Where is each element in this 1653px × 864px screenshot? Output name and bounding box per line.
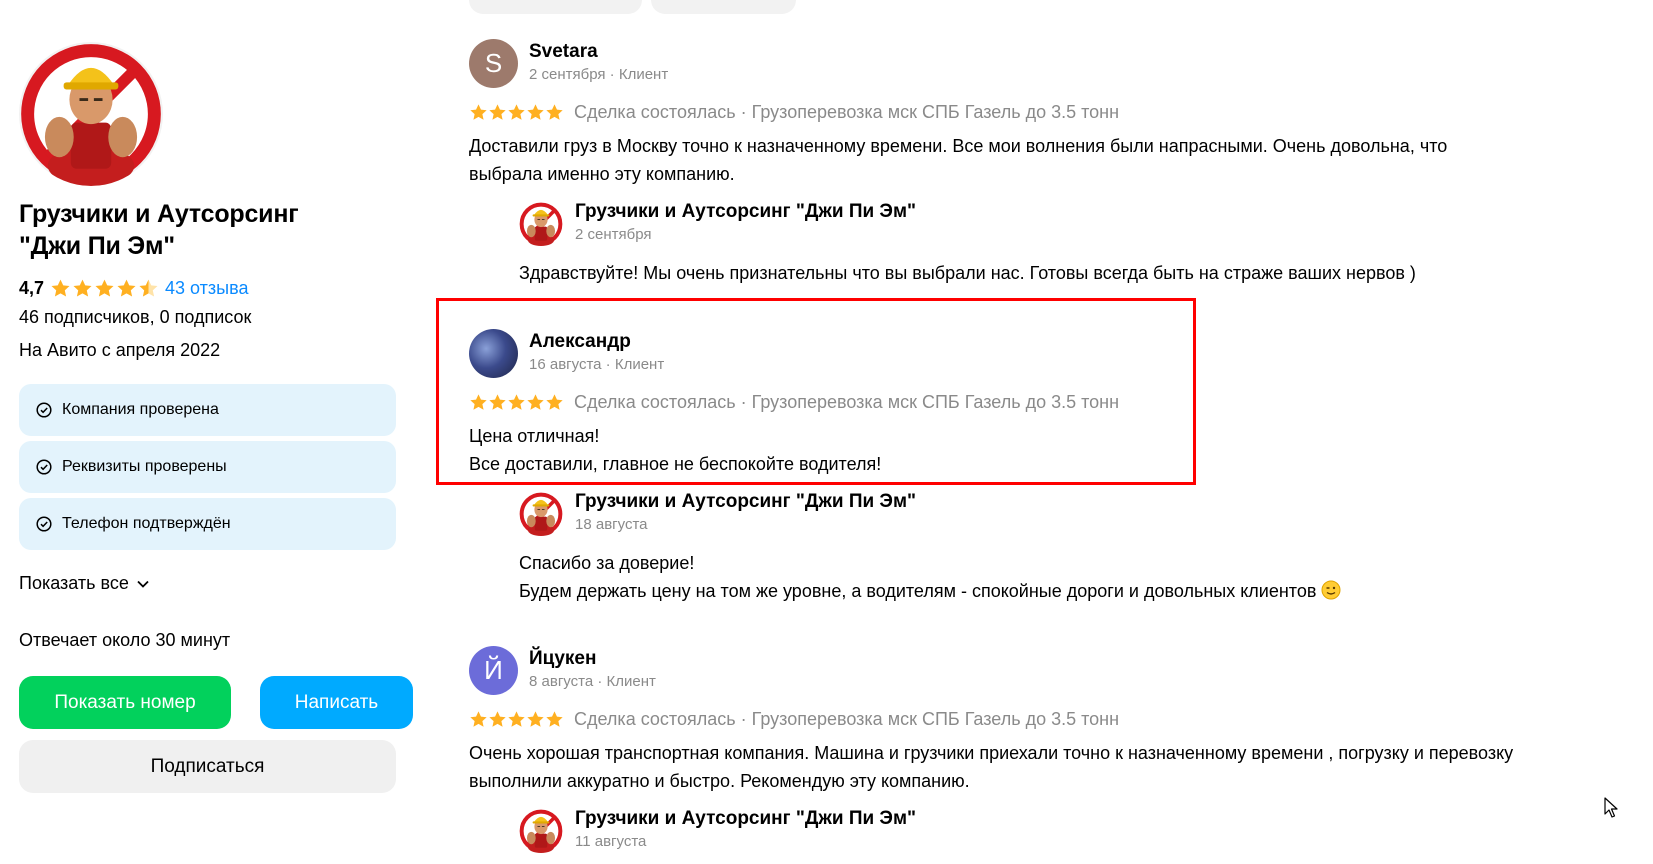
reply-author: Грузчики и Аутсорсинг "Джи Пи Эм": [575, 491, 917, 512]
review-text: Цена отличная! Все доставили, главное не…: [469, 422, 1589, 478]
star-icon: [488, 710, 507, 729]
reply-author: Грузчики и Аутсорсинг "Джи Пи Эм": [575, 201, 917, 222]
reply-text-line: Будем держать цену на том же уровне, а в…: [519, 581, 1317, 601]
star-icon: [72, 278, 93, 299]
star-icon: [94, 278, 115, 299]
review-meta: 2 сентября · Клиент: [529, 66, 669, 83]
badge-company-verified: Компания проверена: [19, 384, 396, 436]
reply-text-line: Спасибо за доверие!: [519, 553, 695, 573]
star-icon: [526, 710, 545, 729]
seller-logo-icon: [519, 808, 563, 854]
badge-label: Реквизиты проверены: [62, 458, 227, 475]
star-half-icon: [138, 278, 159, 299]
seller-logo[interactable]: [19, 42, 163, 186]
review-stars: [469, 393, 564, 412]
show-all-button[interactable]: Показать все: [19, 573, 149, 594]
mascot-logo-icon: [19, 42, 163, 186]
seller-logo-icon: [519, 491, 563, 537]
review-rating-row: Сделка состоялась · Грузоперевозка мск С…: [469, 102, 1119, 123]
review-text: Очень хорошая транспортная компания. Маш…: [469, 739, 1589, 795]
user-avatar[interactable]: Й: [469, 646, 518, 695]
mouse-cursor-icon: [1604, 797, 1618, 818]
review-meta: 16 августа · Клиент: [529, 356, 665, 373]
star-icon: [545, 103, 564, 122]
star-icon: [507, 393, 526, 412]
review-rating-row: Сделка состоялась · Грузоперевозка мск С…: [469, 392, 1119, 413]
check-circle-icon: [36, 402, 52, 418]
star-icon: [469, 710, 488, 729]
reply-text: Здравствуйте! Мы очень признательны что …: [519, 259, 1599, 287]
review-text-line: Очень хорошая транспортная компания. Маш…: [469, 743, 1514, 763]
star-icon: [50, 278, 71, 299]
rating-value: 4,7: [19, 277, 45, 298]
user-avatar[interactable]: [469, 329, 518, 378]
reply-date: 2 сентября: [575, 226, 652, 243]
star-icon: [469, 103, 488, 122]
response-time: Отвечает около 30 минут: [19, 630, 231, 650]
user-avatar[interactable]: S: [469, 39, 518, 88]
seller-name-line1: Грузчики и Аутсорсинг: [19, 200, 299, 228]
star-icon: [545, 393, 564, 412]
deal-info: Сделка состоялась · Грузоперевозка мск С…: [574, 709, 1120, 729]
check-circle-icon: [36, 516, 52, 532]
star-icon: [545, 710, 564, 729]
reply-text-line: Здравствуйте! Мы очень признательны что …: [519, 263, 1416, 283]
avatar-letter: S: [484, 48, 503, 78]
review-text: Доставили груз в Москву точно к назначен…: [469, 132, 1589, 188]
star-icon: [469, 393, 488, 412]
subscribe-button[interactable]: Подписаться: [19, 740, 396, 793]
deal-info: Сделка состоялась · Грузоперевозка мск С…: [574, 392, 1120, 412]
filter-chip[interactable]: [469, 0, 642, 14]
write-message-button[interactable]: Написать: [260, 676, 413, 729]
avatar-letter: Й: [484, 655, 503, 685]
review-text-line: Цена отличная!: [469, 426, 600, 446]
reply-date: 18 августа: [575, 516, 648, 533]
seller-name: Грузчики и Аутсорсинг "Джи Пи Эм": [19, 198, 349, 262]
review-rating-row: Сделка состоялась · Грузоперевозка мск С…: [469, 709, 1119, 730]
review-text-line: Доставили груз в Москву точно к назначен…: [469, 136, 1448, 156]
show-phone-button[interactable]: Показать номер: [19, 676, 231, 729]
reply-author: Грузчики и Аутсорсинг "Джи Пи Эм": [575, 808, 917, 829]
review-stars: [469, 710, 564, 729]
deal-info: Сделка состоялась · Грузоперевозка мск С…: [574, 102, 1120, 122]
review-text-line: выбрала именно эту компанию.: [469, 164, 735, 184]
reply-text: Спасибо за доверие! Будем держать цену н…: [519, 549, 1599, 605]
review-author[interactable]: Александр: [529, 331, 631, 353]
star-icon: [507, 710, 526, 729]
seller-rating: 4,7 43 отзыва: [19, 276, 248, 300]
check-circle-icon: [36, 459, 52, 475]
star-icon: [507, 103, 526, 122]
review-author[interactable]: Svetara: [529, 41, 598, 63]
star-icon: [526, 103, 545, 122]
rating-stars: [50, 278, 159, 299]
show-all-label: Показать все: [19, 573, 129, 593]
seller-logo-icon: [519, 201, 563, 247]
star-icon: [526, 393, 545, 412]
review-text-line: Все доставили, главное не беспокойте вод…: [469, 454, 882, 474]
review-stars: [469, 103, 564, 122]
badge-label: Телефон подтверждён: [62, 515, 231, 532]
badge-requisites-verified: Реквизиты проверены: [19, 441, 396, 493]
followers-count[interactable]: 46 подписчиков, 0 подписок: [19, 307, 251, 328]
badge-label: Компания проверена: [62, 401, 219, 418]
reply-date: 11 августа: [575, 833, 647, 850]
wink-emoji-icon: [1321, 580, 1341, 600]
reviews-link[interactable]: 43 отзыва: [165, 278, 248, 299]
badge-phone-confirmed: Телефон подтверждён: [19, 498, 396, 550]
chevron-down-icon: [137, 580, 149, 588]
member-since: На Авито с апреля 2022: [19, 340, 221, 360]
star-icon: [488, 103, 507, 122]
seller-name-line2: "Джи Пи Эм": [19, 232, 175, 260]
review-author[interactable]: Йцукен: [529, 648, 596, 670]
review-meta: 8 августа · Клиент: [529, 673, 656, 690]
star-icon: [488, 393, 507, 412]
reply-text-line-with-emoji: Будем держать цену на том же уровне, а в…: [519, 577, 1599, 605]
star-icon: [116, 278, 137, 299]
filter-chip[interactable]: [651, 0, 796, 14]
review-text-line: выполнили аккуратно и быстро. Рекомендую…: [469, 771, 970, 791]
